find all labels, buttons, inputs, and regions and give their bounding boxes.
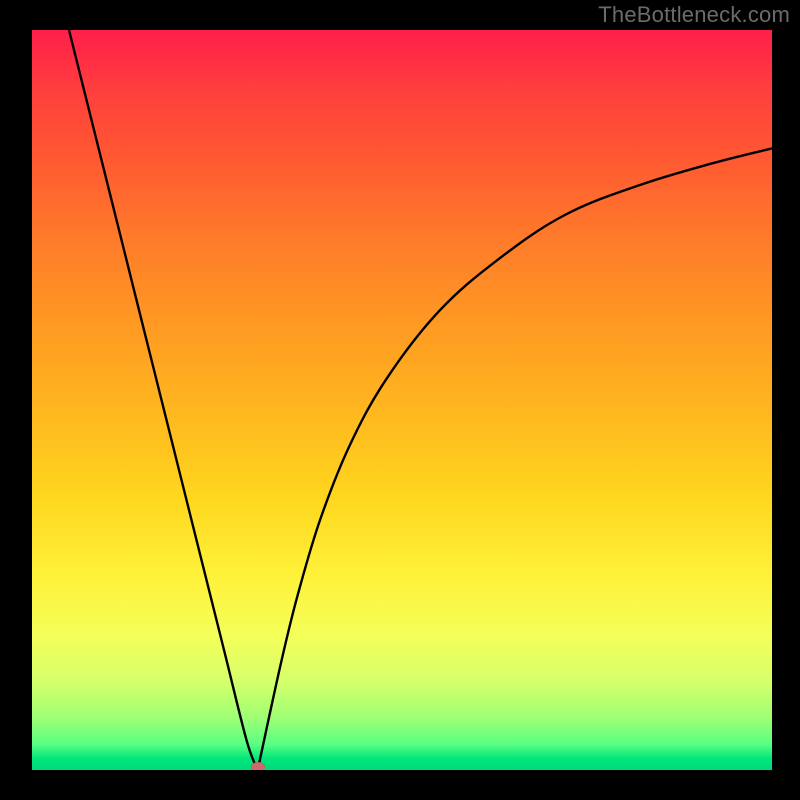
plot-area: [32, 30, 772, 770]
curve-path: [69, 30, 772, 770]
bottleneck-curve: [32, 30, 772, 770]
minimum-marker: [251, 762, 265, 770]
chart-frame: TheBottleneck.com: [0, 0, 800, 800]
watermark-text: TheBottleneck.com: [598, 2, 790, 28]
